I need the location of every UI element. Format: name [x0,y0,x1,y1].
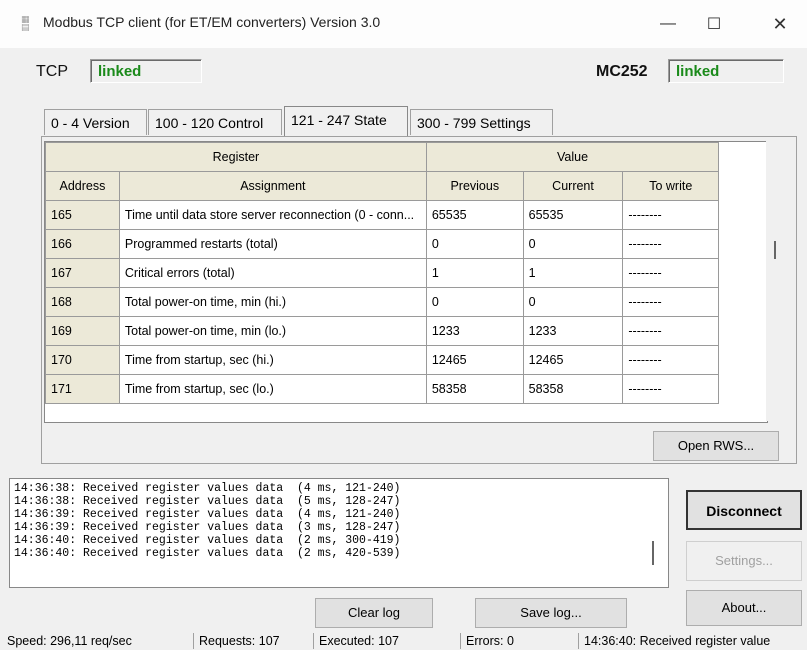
table-row[interactable]: 166 Programmed restarts (total) 0 0 ----… [45,229,767,259]
clear-log-button[interactable]: Clear log [315,598,433,628]
tab-settings[interactable]: 300 - 799 Settings [410,109,553,135]
table-row[interactable]: 169 Total power-on time, min (lo.) 1233 … [45,316,767,346]
title-bar: ▦ ▤ Modbus TCP client (for ET/EM converte… [0,0,807,48]
row-previous: 0 [425,229,524,259]
open-rws-button[interactable]: Open RWS... [653,431,779,461]
log-textarea[interactable]: 14:36:38: Received register values data … [9,478,669,588]
disconnect-button[interactable]: Disconnect [686,490,802,530]
row-assignment: Time from startup, sec (hi.) [118,345,427,375]
table-row[interactable]: 167 Critical errors (total) 1 1 -------- [45,258,767,288]
row-address: 168 [45,287,120,317]
row-to-write[interactable]: -------- [622,374,720,404]
row-to-write[interactable]: -------- [622,287,720,317]
col-to-write: To write [622,171,720,201]
row-current: 12465 [522,345,624,375]
device-status: linked [668,59,784,83]
row-assignment: Total power-on time, min (hi.) [118,287,427,317]
col-previous: Previous [425,171,524,201]
row-current: 58358 [522,374,624,404]
maximize-button[interactable]: ☐ [691,0,737,48]
grid-scrollbar-thumb[interactable] [774,241,776,259]
row-previous: 65535 [425,200,524,230]
close-button[interactable]: ✕ [757,0,803,48]
row-address: 170 [45,345,120,375]
row-address: 166 [45,229,120,259]
group-header-register: Register [45,142,427,172]
table-row[interactable]: 168 Total power-on time, min (hi.) 0 0 -… [45,287,767,317]
status-executed: Executed: 107 [319,634,399,648]
status-requests: Requests: 107 [199,634,280,648]
row-current: 65535 [522,200,624,230]
group-header-value: Value [425,142,720,172]
row-current: 1233 [522,316,624,346]
status-last-message: 14:36:40: Received register value [584,634,771,648]
log-scrollbar-thumb[interactable] [652,541,654,565]
row-to-write[interactable]: -------- [622,200,720,230]
row-previous: 12465 [425,345,524,375]
save-log-button[interactable]: Save log... [475,598,627,628]
device-label: MC252 [596,63,648,80]
row-to-write[interactable]: -------- [622,258,720,288]
status-errors: Errors: 0 [466,634,514,648]
log-line: 14:36:39: Received register values data … [14,508,401,521]
minimize-button[interactable]: — [645,0,691,48]
row-assignment: Programmed restarts (total) [118,229,427,259]
row-address: 167 [45,258,120,288]
log-line: 14:36:40: Received register values data … [14,547,401,560]
table-row[interactable]: 171 Time from startup, sec (lo.) 58358 5… [45,374,767,404]
col-address: Address [45,171,120,201]
tcp-label: TCP [36,63,68,80]
about-button[interactable]: About... [686,590,802,626]
row-previous: 1 [425,258,524,288]
settings-button[interactable]: Settings... [686,541,802,581]
row-previous: 58358 [425,374,524,404]
tab-control[interactable]: 100 - 120 Control [148,109,282,135]
app-icon: ▦ ▤ [21,14,30,32]
tcp-status: linked [90,59,202,83]
row-assignment: Time from startup, sec (lo.) [118,374,427,404]
status-bar: Speed: 296,11 req/sec Requests: 107 Exec… [0,631,807,650]
row-assignment: Time until data store server reconnectio… [118,200,427,230]
row-previous: 1233 [425,316,524,346]
log-line: 14:36:38: Received register values data … [14,482,401,495]
row-to-write[interactable]: -------- [622,345,720,375]
register-grid: Register Value Address Assignment Previo… [44,141,768,423]
row-address: 171 [45,374,120,404]
tab-version[interactable]: 0 - 4 Version [44,109,147,135]
log-line: 14:36:38: Received register values data … [14,495,401,508]
row-current: 0 [522,229,624,259]
col-assignment: Assignment [118,171,427,201]
table-row[interactable]: 170 Time from startup, sec (hi.) 12465 1… [45,345,767,375]
row-address: 165 [45,200,120,230]
row-to-write[interactable]: -------- [622,229,720,259]
row-assignment: Critical errors (total) [118,258,427,288]
tab-state[interactable]: 121 - 247 State [284,106,408,136]
grid-scrollbar[interactable] [766,141,784,421]
table-row[interactable]: 165 Time until data store server reconne… [45,200,767,230]
row-assignment: Total power-on time, min (lo.) [118,316,427,346]
row-previous: 0 [425,287,524,317]
row-current: 1 [522,258,624,288]
row-address: 169 [45,316,120,346]
window-title: Modbus TCP client (for ET/EM converters)… [43,14,381,30]
log-line: 14:36:39: Received register values data … [14,521,401,534]
col-current: Current [522,171,624,201]
row-current: 0 [522,287,624,317]
row-to-write[interactable]: -------- [622,316,720,346]
status-speed: Speed: 296,11 req/sec [7,634,132,648]
log-line: 14:36:40: Received register values data … [14,534,401,547]
